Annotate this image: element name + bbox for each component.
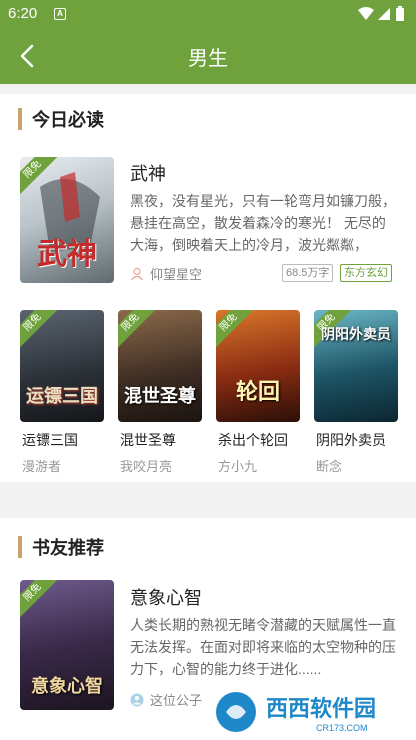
genre-chip: 东方玄幻 <box>340 264 392 282</box>
watermark-sub: CR173.COM <box>316 723 368 733</box>
page-title: 男生 <box>188 48 228 70</box>
book-title[interactable]: 混世圣尊 <box>120 430 176 450</box>
cover-title: 运镖三国 <box>26 386 98 407</box>
notification-icon: A <box>54 8 66 20</box>
section-title: 今日必读 <box>32 110 104 130</box>
cover-title: 武神 <box>37 237 97 272</box>
watermark-logo: 西西软件园 CR173.COM <box>216 692 376 733</box>
status-time: 6:20 <box>8 5 38 22</box>
today-section: 今日必读 限免 武神 武神 黑夜，没有星光，只有一轮弯月如镰刀般，悬挂在高空，散… <box>0 94 416 482</box>
word-count-chip: 68.5万字 <box>282 264 334 282</box>
cover-title: 意象心智 <box>31 676 103 697</box>
person-icon <box>131 267 143 281</box>
section-accent-bar <box>18 108 22 130</box>
app-bar: 男生 <box>0 28 416 84</box>
free-badge: 限免 <box>118 310 156 348</box>
wifi-icon <box>358 7 374 20</box>
book-title[interactable]: 运镖三国 <box>22 430 78 450</box>
cover-title: 阴阳外卖员 <box>321 327 391 343</box>
featured-book-author: 这位公子 <box>130 690 202 709</box>
book-title[interactable]: 杀出个轮回 <box>218 430 288 450</box>
section-accent-bar <box>18 536 22 558</box>
author-name: 仰望星空 <box>150 267 203 282</box>
free-badge: 限免 <box>216 310 254 348</box>
signal-icon <box>378 8 390 20</box>
status-bar: 6:20 A <box>0 0 416 28</box>
book-cover[interactable]: 限免 混世圣尊 <box>118 310 202 422</box>
book-author: 漫游者 <box>22 459 62 474</box>
system-icons <box>358 6 404 21</box>
free-badge: 限免 <box>20 580 58 618</box>
featured-book-desc: 人类长期的熟视无睹令潜藏的天赋属性一直无法发挥。在面对即将来临的太空物种的压力下… <box>130 617 396 677</box>
free-badge: 限免 <box>20 310 58 348</box>
book-cover[interactable]: 限免 阴阳外卖员 <box>314 310 398 422</box>
featured-book-cover[interactable]: 限免 武神 <box>20 157 114 283</box>
featured-book-title[interactable]: 武神 <box>130 160 166 186</box>
book-cover[interactable]: 限免 运镖三国 <box>20 310 104 422</box>
battery-icon <box>396 6 404 21</box>
cover-title: 轮回 <box>235 379 280 405</box>
featured-book-desc: 黑夜，没有星光，只有一轮弯月如镰刀般，悬挂在高空，散发着森冷的寒光！ 无尽的大海… <box>130 193 396 253</box>
book-cover[interactable]: 限免 轮回 <box>216 310 300 422</box>
book-author: 我咬月亮 <box>120 459 173 474</box>
featured-book-author: 仰望星空 <box>130 264 202 283</box>
cover-title: 混世圣尊 <box>124 386 196 407</box>
author-name: 这位公子 <box>150 693 203 708</box>
watermark-text: 西西软件园 <box>266 696 376 721</box>
featured-book-cover[interactable]: 限免 意象心智 <box>20 580 114 710</box>
featured-book-title[interactable]: 意象心智 <box>130 584 202 610</box>
section-title: 书友推荐 <box>32 538 104 558</box>
book-author: 断念 <box>316 459 343 474</box>
book-author: 方小九 <box>218 459 258 474</box>
person-icon <box>130 693 144 707</box>
book-title[interactable]: 阴阳外卖员 <box>316 430 386 450</box>
